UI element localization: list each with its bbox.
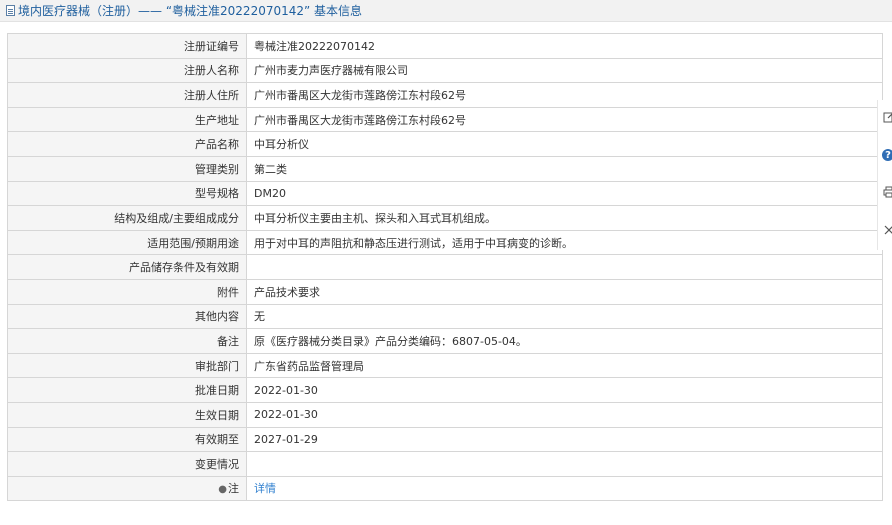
row-label: 有效期至 xyxy=(7,426,247,453)
row-value: 第二类 xyxy=(246,155,883,182)
row-label: 批准日期 xyxy=(7,377,247,403)
row-label: 生产地址 xyxy=(7,106,247,133)
row-value: 广东省药品监督管理局 xyxy=(246,352,883,379)
info-table-body: 注册证编号 粤械注准20222070142 注册人名称 广州市麦力声医疗器械有限… xyxy=(7,33,883,502)
note-label: 注 xyxy=(228,482,239,496)
page-header: 境内医疗器械（注册）—— “粤械注准20222070142” 基本信息 xyxy=(0,0,892,22)
side-toolbar: ? xyxy=(877,100,892,250)
row-label: 管理类别 xyxy=(7,155,247,182)
table-row: 生产地址 广州市番禺区大龙街市莲路傍江东村段62号 xyxy=(7,106,883,133)
edit-icon[interactable] xyxy=(882,110,892,124)
close-icon[interactable] xyxy=(882,223,892,237)
pin-icon: ● xyxy=(218,484,227,496)
row-label: 其他内容 xyxy=(7,303,247,330)
document-icon xyxy=(6,5,15,16)
row-label: 生效日期 xyxy=(7,401,247,428)
row-value: 2022-01-30 xyxy=(246,401,883,428)
table-row: 变更情况 xyxy=(7,451,883,477)
help-icon[interactable]: ? xyxy=(882,149,892,161)
table-row: 审批部门 广东省药品监督管理局 xyxy=(7,352,883,379)
row-label: 备注 xyxy=(7,328,247,354)
print-icon[interactable] xyxy=(882,185,892,199)
row-value: DM20 xyxy=(246,180,883,207)
row-value: 2022-01-30 xyxy=(246,377,883,403)
table-row: 生效日期 2022-01-30 xyxy=(7,401,883,428)
row-label: 产品储存条件及有效期 xyxy=(7,254,247,280)
page-title: 境内医疗器械（注册）—— “粤械注准20222070142” 基本信息 xyxy=(18,4,363,18)
table-row: 附件 产品技术要求 xyxy=(7,278,883,305)
row-value: 无 xyxy=(246,303,883,330)
row-label: 结构及组成/主要组成成分 xyxy=(7,205,247,231)
row-value: 广州市番禺区大龙街市莲路傍江东村段62号 xyxy=(246,106,883,133)
table-row: 批准日期 2022-01-30 xyxy=(7,377,883,403)
info-table: 注册证编号 粤械注准20222070142 注册人名称 广州市麦力声医疗器械有限… xyxy=(7,33,883,502)
table-row: 产品名称 中耳分析仪 xyxy=(7,131,883,157)
row-value: 原《医疗器械分类目录》产品分类编码：6807-05-04。 xyxy=(246,328,883,354)
table-row: 适用范围/预期用途 用于对中耳的声阻抗和静态压进行测试，适用于中耳病变的诊断。 xyxy=(7,229,883,256)
row-value: 粤械注准20222070142 xyxy=(246,33,883,59)
row-label: 适用范围/预期用途 xyxy=(7,229,247,256)
table-row: 结构及组成/主要组成成分 中耳分析仪主要由主机、探头和入耳式耳机组成。 xyxy=(7,205,883,231)
row-value: 广州市麦力声医疗器械有限公司 xyxy=(246,57,883,84)
table-row: 注册人住所 广州市番禺区大龙街市莲路傍江东村段62号 xyxy=(7,82,883,108)
details-link[interactable]: 详情 xyxy=(254,482,276,495)
row-label: 审批部门 xyxy=(7,352,247,379)
row-label: 注册证编号 xyxy=(7,33,247,59)
row-value: 广州市番禺区大龙街市莲路傍江东村段62号 xyxy=(246,82,883,108)
row-label: 型号规格 xyxy=(7,180,247,207)
table-row: 其他内容 无 xyxy=(7,303,883,330)
table-row: 备注 原《医疗器械分类目录》产品分类编码：6807-05-04。 xyxy=(7,328,883,354)
note-value-cell: 详情 xyxy=(246,475,883,502)
table-row: 有效期至 2027-01-29 xyxy=(7,426,883,453)
row-label: 附件 xyxy=(7,278,247,305)
row-value: 中耳分析仪主要由主机、探头和入耳式耳机组成。 xyxy=(246,205,883,231)
table-row: 产品储存条件及有效期 xyxy=(7,254,883,280)
table-row: 型号规格 DM20 xyxy=(7,180,883,207)
row-label: 产品名称 xyxy=(7,131,247,157)
row-value: 用于对中耳的声阻抗和静态压进行测试，适用于中耳病变的诊断。 xyxy=(246,229,883,256)
row-value: 中耳分析仪 xyxy=(246,131,883,157)
row-label: 注册人住所 xyxy=(7,82,247,108)
row-label: 注册人名称 xyxy=(7,57,247,84)
row-label: 变更情况 xyxy=(7,451,247,477)
note-row: ●注 详情 xyxy=(7,475,883,502)
row-value: 2027-01-29 xyxy=(246,426,883,453)
table-row: 管理类别 第二类 xyxy=(7,155,883,182)
table-row: 注册人名称 广州市麦力声医疗器械有限公司 xyxy=(7,57,883,84)
row-value xyxy=(246,254,883,280)
row-value: 产品技术要求 xyxy=(246,278,883,305)
row-value xyxy=(246,451,883,477)
note-label-cell: ●注 xyxy=(7,475,247,502)
table-row: 注册证编号 粤械注准20222070142 xyxy=(7,33,883,59)
